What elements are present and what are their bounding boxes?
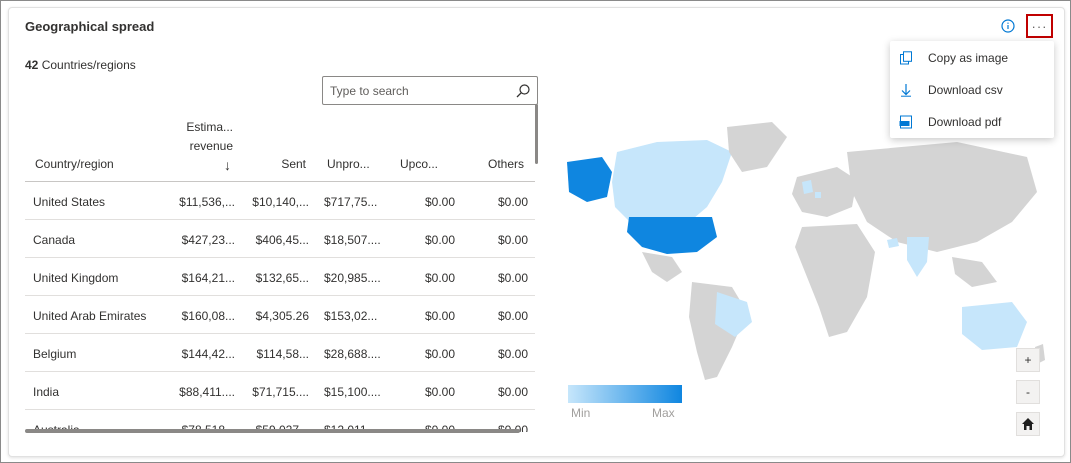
country-count-label: Countries/regions <box>41 58 136 72</box>
cell-estimated: $427,23... <box>181 233 235 247</box>
cell-estimated: $164,21... <box>181 271 235 285</box>
home-icon <box>1022 418 1034 430</box>
card-title: Geographical spread <box>25 19 155 34</box>
cell-country: India <box>33 385 60 399</box>
menu-item-download-pdf[interactable]: Download pdf <box>890 106 1054 138</box>
countries-table: Country/region Estima... revenue ↓ Sent … <box>25 112 535 432</box>
cell-others: $0.00 <box>497 385 528 399</box>
map-legend-min-label: Min <box>571 406 591 420</box>
map-region-belgium <box>815 192 821 198</box>
map-region-asia <box>847 142 1037 252</box>
info-icon[interactable] <box>1001 19 1015 33</box>
cell-unprocessed: $717,75... <box>324 195 378 209</box>
map-region-southeast-asia <box>952 257 997 287</box>
cell-sent: $10,140,... <box>252 195 309 209</box>
cell-country: United Arab Emirates <box>33 309 147 323</box>
cell-estimated: $11,536,... <box>179 195 235 209</box>
table-row[interactable]: Canada $427,23... $406,45... $18,507....… <box>25 220 535 258</box>
cell-others: $0.00 <box>497 347 528 361</box>
zoom-in-button[interactable]: + <box>1016 348 1040 372</box>
map-region-united-states <box>627 217 717 254</box>
map-legend-max-label: Max <box>652 406 675 420</box>
map-region-mexico <box>642 252 682 282</box>
map-legend-gradient <box>568 385 682 403</box>
cell-sent: $71,715.... <box>252 385 309 399</box>
download-icon <box>898 82 914 98</box>
column-header-estimated-line2[interactable]: revenue <box>165 139 233 153</box>
cell-upcoming: $0.00 <box>424 309 455 323</box>
cell-others: $0.00 <box>497 195 528 209</box>
country-count-number: 42 <box>25 58 39 72</box>
cell-estimated: $160,08... <box>181 309 235 323</box>
table-row[interactable]: United Arab Emirates $160,08... $4,305.2… <box>25 296 535 334</box>
map-region-united-arab-emirates <box>887 238 899 248</box>
map-region-united-kingdom <box>802 180 813 194</box>
cell-sent: $4,305.26 <box>255 309 309 323</box>
cell-unprocessed: $28,688.... <box>324 347 381 361</box>
cell-country: United States <box>33 195 106 209</box>
window-frame: Geographical spread ··· 42 Countries/reg… <box>0 0 1071 463</box>
table-row[interactable]: India $88,411.... $71,715.... $15,100...… <box>25 372 535 410</box>
world-map[interactable] <box>557 112 1057 392</box>
cell-sent: $406,45... <box>255 233 309 247</box>
map-region-africa <box>795 224 875 337</box>
cell-sent: $132,65... <box>255 271 309 285</box>
map-region-europe <box>792 167 857 217</box>
more-options-menu: Copy as image Download csv Download pdf <box>890 41 1054 138</box>
cell-upcoming: $0.00 <box>424 271 455 285</box>
cell-unprocessed: $15,100.... <box>324 385 381 399</box>
cell-unprocessed: $153,02... <box>324 309 378 323</box>
cell-country: United Kingdom <box>33 271 119 285</box>
cell-upcoming: $0.00 <box>424 347 455 361</box>
map-region-greenland <box>727 122 787 172</box>
cell-unprocessed: $20,985.... <box>324 271 381 285</box>
cell-country: Belgium <box>33 347 77 361</box>
cell-upcoming: $0.00 <box>424 385 455 399</box>
geographical-spread-card: Geographical spread ··· 42 Countries/reg… <box>8 7 1065 457</box>
search-icon[interactable] <box>515 83 531 99</box>
cell-country: Canada <box>33 233 76 247</box>
menu-item-label: Download csv <box>928 83 1003 97</box>
copy-icon <box>898 50 914 66</box>
table-row[interactable]: United States $11,536,... $10,140,... $7… <box>25 182 535 220</box>
menu-item-label: Copy as image <box>928 51 1009 65</box>
table-horizontal-scrollbar[interactable] <box>25 429 520 433</box>
cell-others: $0.00 <box>497 271 528 285</box>
cell-unprocessed: $18,507.... <box>324 233 381 247</box>
pdf-icon <box>898 114 914 130</box>
menu-item-label: Download pdf <box>928 115 1002 129</box>
search-input[interactable]: Type to search <box>330 84 409 98</box>
reset-view-button[interactable] <box>1016 412 1040 436</box>
more-options-button[interactable]: ··· <box>1026 14 1053 38</box>
country-count: 42 Countries/regions <box>25 58 136 72</box>
column-header-others[interactable]: Others <box>475 157 524 171</box>
map-region-alaska <box>567 157 612 202</box>
cell-others: $0.00 <box>497 233 528 247</box>
map-region-north-america <box>612 140 732 230</box>
search-box[interactable]: Type to search <box>322 76 538 105</box>
map-region-india <box>907 237 929 277</box>
cell-upcoming: $0.00 <box>424 195 455 209</box>
cell-sent: $114,58... <box>256 347 310 361</box>
cell-estimated: $144,42... <box>181 347 235 361</box>
column-header-unprocessed[interactable]: Unpro... <box>327 157 370 171</box>
cell-estimated: $88,411.... <box>179 385 235 399</box>
column-header-country[interactable]: Country/region <box>35 157 114 171</box>
column-header-sent[interactable]: Sent <box>255 157 306 171</box>
menu-item-copy-as-image[interactable]: Copy as image <box>890 42 1054 74</box>
cell-upcoming: $0.00 <box>424 233 455 247</box>
table-row[interactable]: Belgium $144,42... $114,58... $28,688...… <box>25 334 535 372</box>
sort-descending-icon[interactable]: ↓ <box>215 157 231 173</box>
cell-others: $0.00 <box>497 309 528 323</box>
map-region-australia <box>962 302 1027 350</box>
table-vertical-scrollbar[interactable] <box>535 104 538 164</box>
column-header-upcoming[interactable]: Upco... <box>400 157 438 171</box>
zoom-out-button[interactable]: - <box>1016 380 1040 404</box>
menu-item-download-csv[interactable]: Download csv <box>890 74 1054 106</box>
column-header-estimated-line1[interactable]: Estima... <box>165 120 233 134</box>
table-row[interactable]: United Kingdom $164,21... $132,65... $20… <box>25 258 535 296</box>
